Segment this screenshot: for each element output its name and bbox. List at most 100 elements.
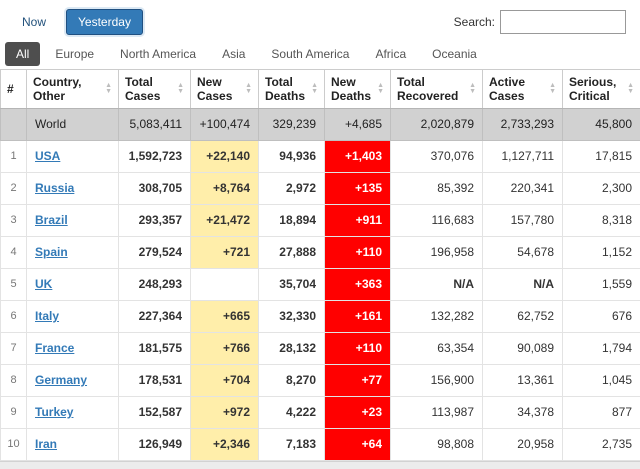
column-header-inner: Total Recovered▲▼: [397, 75, 476, 103]
time-range-tabs: Now Yesterday: [10, 9, 143, 35]
column-header-inner: Total Cases▲▼: [125, 75, 184, 103]
country-link[interactable]: France: [35, 341, 74, 355]
country-cell: Iran: [27, 429, 119, 461]
country-link[interactable]: Germany: [35, 373, 87, 387]
country-link[interactable]: Turkey: [35, 405, 73, 419]
rank-cell: [1, 109, 27, 141]
total-recovered-cell: N/A: [391, 269, 483, 301]
new-deaths-cell: +135: [325, 173, 391, 205]
country-link[interactable]: Brazil: [35, 213, 68, 227]
total-recovered-cell: 132,282: [391, 301, 483, 333]
search-input[interactable]: [500, 10, 626, 34]
column-header-label: New Cases: [197, 75, 242, 103]
column-header-total-cases[interactable]: Total Cases▲▼: [119, 70, 191, 109]
total-deaths-cell: 4,222: [259, 397, 325, 429]
country-link[interactable]: Russia: [35, 181, 74, 195]
tab-africa[interactable]: Africa: [364, 42, 417, 66]
footer-strip: [0, 461, 640, 469]
new-cases-cell: +972: [191, 397, 259, 429]
total-cases-cell: 308,705: [119, 173, 191, 205]
active-cases-cell: 220,341: [483, 173, 563, 205]
sort-down-arrow-icon: ▼: [469, 89, 476, 95]
country-cell: Italy: [27, 301, 119, 333]
table-row: 5UK248,29335,704+363N/AN/A1,559: [1, 269, 640, 301]
tab-all[interactable]: All: [5, 42, 40, 66]
table-row: 10Iran126,949+2,3467,183+6498,80820,9582…: [1, 429, 640, 461]
column-header-serious-critical[interactable]: Serious, Critical▲▼: [563, 70, 640, 109]
total-recovered-cell: 85,392: [391, 173, 483, 205]
country-link[interactable]: USA: [35, 149, 60, 163]
total-recovered-cell: 196,958: [391, 237, 483, 269]
active-cases-cell: 157,780: [483, 205, 563, 237]
total-cases-cell: 1,592,723: [119, 141, 191, 173]
serious-critical-cell: 1,045: [563, 365, 640, 397]
new-cases-cell: +766: [191, 333, 259, 365]
column-header-new-deaths[interactable]: New Deaths▲▼: [325, 70, 391, 109]
new-cases-cell: +2,346: [191, 429, 259, 461]
table-header-row: #Country, Other▲▼Total Cases▲▼New Cases▲…: [1, 70, 640, 109]
country-cell: Brazil: [27, 205, 119, 237]
serious-critical-cell: 2,300: [563, 173, 640, 205]
country-cell: Russia: [27, 173, 119, 205]
active-cases-cell: 54,678: [483, 237, 563, 269]
total-deaths-cell: 7,183: [259, 429, 325, 461]
column-header-label: Total Cases: [125, 75, 174, 103]
country-link[interactable]: UK: [35, 277, 52, 291]
table-row: 1USA1,592,723+22,14094,936+1,403370,0761…: [1, 141, 640, 173]
world-label: World: [35, 117, 66, 131]
column-header-country[interactable]: Country, Other▲▼: [27, 70, 119, 109]
column-header-active-cases[interactable]: Active Cases▲▼: [483, 70, 563, 109]
total-cases-cell: 152,587: [119, 397, 191, 429]
active-cases-cell: 2,733,293: [483, 109, 563, 141]
tab-asia[interactable]: Asia: [211, 42, 256, 66]
now-button[interactable]: Now: [10, 9, 58, 35]
active-cases-cell: 62,752: [483, 301, 563, 333]
table-row: 2Russia308,705+8,7642,972+13585,392220,3…: [1, 173, 640, 205]
active-cases-cell: 1,127,711: [483, 141, 563, 173]
country-cell: Turkey: [27, 397, 119, 429]
covid-stats-table: #Country, Other▲▼Total Cases▲▼New Cases▲…: [0, 69, 640, 461]
new-deaths-cell: +77: [325, 365, 391, 397]
rank-cell: 1: [1, 141, 27, 173]
tab-oceania[interactable]: Oceania: [421, 42, 488, 66]
total-deaths-cell: 329,239: [259, 109, 325, 141]
column-header-label: Serious, Critical: [569, 75, 624, 103]
tab-south-america[interactable]: South America: [260, 42, 360, 66]
column-header-total-deaths[interactable]: Total Deaths▲▼: [259, 70, 325, 109]
search-label: Search:: [454, 15, 495, 29]
table-row: 7France181,575+76628,132+11063,35490,089…: [1, 333, 640, 365]
column-header-inner: Total Deaths▲▼: [265, 75, 318, 103]
column-header-total-recovered[interactable]: Total Recovered▲▼: [391, 70, 483, 109]
new-deaths-cell: +911: [325, 205, 391, 237]
new-cases-cell: +665: [191, 301, 259, 333]
total-deaths-cell: 32,330: [259, 301, 325, 333]
continent-tabs: AllEuropeNorth AmericaAsiaSouth AmericaA…: [0, 42, 640, 69]
total-cases-cell: 248,293: [119, 269, 191, 301]
serious-critical-cell: 1,559: [563, 269, 640, 301]
column-header-inner: Country, Other▲▼: [33, 75, 112, 103]
country-link[interactable]: Iran: [35, 437, 57, 451]
new-deaths-cell: +363: [325, 269, 391, 301]
sort-down-arrow-icon: ▼: [627, 89, 634, 95]
sort-down-arrow-icon: ▼: [549, 89, 556, 95]
sort-icon: ▲▼: [311, 83, 318, 95]
country-cell: UK: [27, 269, 119, 301]
total-deaths-cell: 27,888: [259, 237, 325, 269]
sort-icon: ▲▼: [469, 83, 476, 95]
column-header-new-cases[interactable]: New Cases▲▼: [191, 70, 259, 109]
serious-critical-cell: 17,815: [563, 141, 640, 173]
country-link[interactable]: Italy: [35, 309, 59, 323]
country-link[interactable]: Spain: [35, 245, 68, 259]
new-cases-cell: [191, 269, 259, 301]
column-header-rank: #: [1, 70, 27, 109]
country-cell: Spain: [27, 237, 119, 269]
world-row: World5,083,411+100,474329,239+4,6852,020…: [1, 109, 640, 141]
sort-down-arrow-icon: ▼: [245, 89, 252, 95]
yesterday-button[interactable]: Yesterday: [66, 9, 143, 35]
tab-europe[interactable]: Europe: [44, 42, 105, 66]
sort-icon: ▲▼: [245, 83, 252, 95]
tab-north-america[interactable]: North America: [109, 42, 207, 66]
table-row: 6Italy227,364+66532,330+161132,28262,752…: [1, 301, 640, 333]
rank-cell: 2: [1, 173, 27, 205]
sort-icon: ▲▼: [177, 83, 184, 95]
